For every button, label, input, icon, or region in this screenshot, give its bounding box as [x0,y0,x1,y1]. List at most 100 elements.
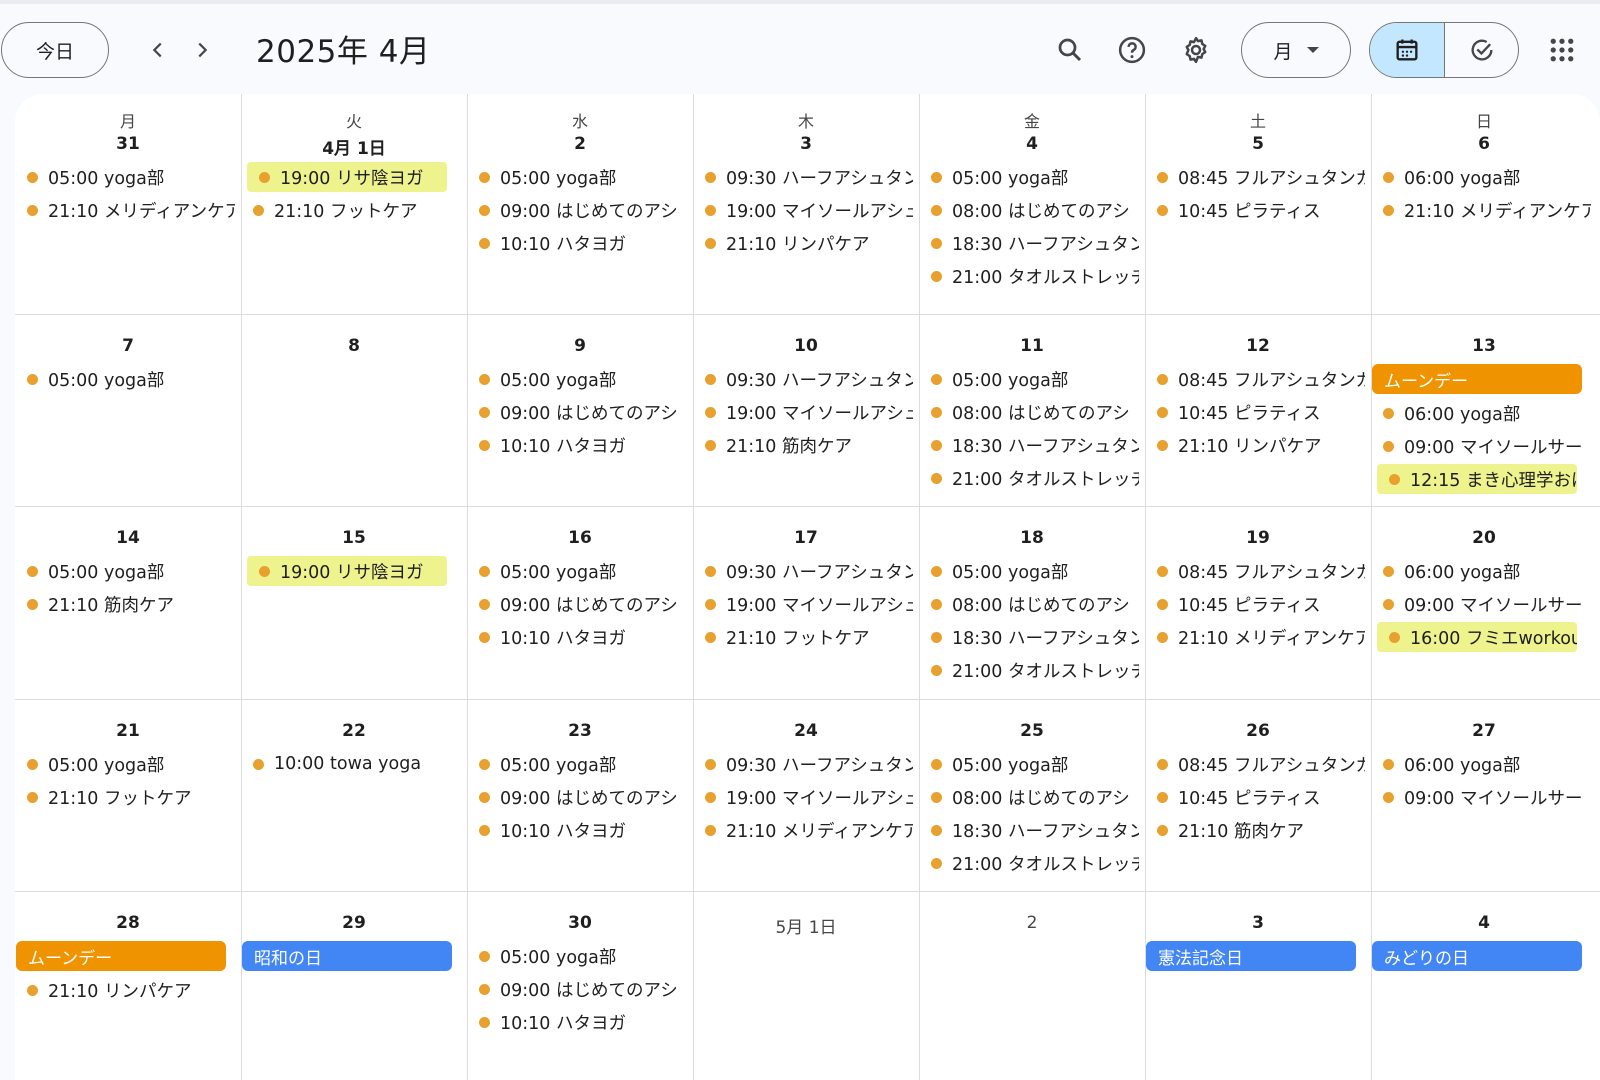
settings-button[interactable] [1172,26,1220,74]
day-number[interactable]: 5月 1日 [693,913,919,938]
calendar-event[interactable]: 09:00 マイソールサー [1371,782,1591,812]
day-number[interactable]: 8 [241,336,467,356]
day-number[interactable]: 26 [1145,721,1371,741]
calendar-event[interactable]: 21:10 フットケア [693,622,913,652]
calendar-event[interactable]: 10:45 ピラティス [1145,589,1365,619]
calendar-event[interactable]: 06:00 yoga部 [1371,556,1591,586]
calendar-event[interactable]: 05:00 yoga部 [919,162,1139,192]
calendar-event[interactable]: 21:10 フットケア [15,782,235,812]
calendar-event[interactable]: 21:10 メリディアンケア [1371,195,1591,225]
calendar-event[interactable]: 05:00 yoga部 [919,556,1139,586]
calendar-event[interactable]: 05:00 yoga部 [467,162,687,192]
day-number[interactable]: 11 [919,336,1145,356]
calendar-event[interactable]: 19:00 マイソールアシュ [693,782,913,812]
calendar-event[interactable]: 10:10 ハタヨガ [467,815,687,845]
day-number[interactable]: 15 [241,528,467,548]
calendar-event[interactable]: 09:30 ハーフアシュタン [693,364,913,394]
calendar-event[interactable]: 08:45 フルアシュタンガ [1145,162,1365,192]
calendar-event[interactable]: 19:00 リサ陰ヨガ [247,556,447,586]
calendar-event[interactable]: 19:00 マイソールアシュ [693,589,913,619]
help-button[interactable] [1108,26,1156,74]
calendar-event[interactable]: 05:00 yoga部 [15,162,235,192]
calendar-event[interactable]: 06:00 yoga部 [1371,162,1591,192]
calendar-event[interactable]: 21:10 筋肉ケア [693,430,913,460]
day-number[interactable]: 13 [1371,336,1597,356]
calendar-event[interactable]: 10:00 towa yoga [241,749,461,779]
calendar-event[interactable]: 09:00 はじめてのアシ [467,397,687,427]
calendar-event[interactable]: 05:00 yoga部 [467,941,687,971]
day-number[interactable]: 18 [919,528,1145,548]
today-button[interactable]: 今日 [1,22,109,78]
day-number[interactable]: 2 [919,913,1145,933]
calendar-event[interactable]: 21:10 筋肉ケア [1145,815,1365,845]
calendar-event[interactable]: 08:00 はじめてのアシ [919,397,1139,427]
previous-month-button[interactable] [138,30,178,70]
calendar-event[interactable]: 21:00 タオルストレッチ [919,463,1139,493]
calendar-event[interactable]: 18:30 ハーフアシュタン [919,228,1139,258]
calendar-event[interactable]: 10:10 ハタヨガ [467,430,687,460]
calendar-event[interactable]: 21:10 メリディアンケア [15,195,235,225]
calendar-event[interactable]: 18:30 ハーフアシュタン [919,815,1139,845]
all-day-event-chip[interactable]: みどりの日 [1372,941,1582,971]
calendar-event[interactable]: 05:00 yoga部 [15,749,235,779]
calendar-event[interactable]: 21:10 メリディアンケア [693,815,913,845]
calendar-event[interactable]: 09:00 マイソールサー [1371,589,1591,619]
calendar-event[interactable]: 05:00 yoga部 [15,556,235,586]
calendar-event[interactable]: 08:45 フルアシュタンガ [1145,749,1365,779]
day-number[interactable]: 22 [241,721,467,741]
calendar-event[interactable]: 09:00 はじめてのアシ [467,782,687,812]
calendar-event[interactable]: 19:00 リサ陰ヨガ [247,162,447,192]
day-number[interactable]: 25 [919,721,1145,741]
calendar-event[interactable]: 08:00 はじめてのアシ [919,195,1139,225]
search-button[interactable] [1046,26,1094,74]
calendar-event[interactable]: 18:30 ハーフアシュタン [919,430,1139,460]
calendar-event[interactable]: 09:00 はじめてのアシ [467,974,687,1004]
calendar-event[interactable]: 06:00 yoga部 [1371,398,1591,428]
calendar-event[interactable]: 08:45 フルアシュタンガ [1145,556,1365,586]
calendar-event[interactable]: 10:45 ピラティス [1145,782,1365,812]
calendar-event[interactable]: 21:10 メリディアンケア [1145,622,1365,652]
calendar-event[interactable]: 05:00 yoga部 [919,749,1139,779]
calendar-event[interactable]: 21:00 タオルストレッチ [919,261,1139,291]
day-number[interactable]: 5 [1145,134,1371,154]
calendar-event[interactable]: 05:00 yoga部 [467,556,687,586]
calendar-event[interactable]: 10:45 ピラティス [1145,195,1365,225]
day-number[interactable]: 4 [1371,913,1597,933]
day-number[interactable]: 6 [1371,134,1597,154]
day-number[interactable]: 12 [1145,336,1371,356]
tasks-view-button[interactable] [1444,23,1518,77]
day-number[interactable]: 3 [1145,913,1371,933]
day-number[interactable]: 20 [1371,528,1597,548]
day-number[interactable]: 30 [467,913,693,933]
calendar-event[interactable]: 09:00 マイソールサー [1371,431,1591,461]
all-day-event-chip[interactable]: 憲法記念日 [1146,941,1356,971]
calendar-event[interactable]: 21:10 フットケア [241,195,461,225]
next-month-button[interactable] [182,30,222,70]
calendar-event[interactable]: 08:00 はじめてのアシ [919,589,1139,619]
calendar-event[interactable]: 10:10 ハタヨガ [467,622,687,652]
calendar-event[interactable]: 21:10 筋肉ケア [15,589,235,619]
all-day-event-chip[interactable]: ムーンデー [1372,364,1582,394]
calendar-event[interactable]: 08:45 フルアシュタンガ [1145,364,1365,394]
calendar-event[interactable]: 09:30 ハーフアシュタン [693,162,913,192]
calendar-event[interactable]: 16:00 フミエworkout [1377,622,1577,652]
day-number[interactable]: 4月 1日 [241,134,467,159]
calendar-event[interactable]: 09:30 ハーフアシュタン [693,749,913,779]
day-number[interactable]: 31 [15,134,241,154]
day-number[interactable]: 24 [693,721,919,741]
calendar-event[interactable]: 21:10 リンパケア [1145,430,1365,460]
calendar-event[interactable]: 21:10 リンパケア [693,228,913,258]
calendar-event[interactable]: 12:15 まき心理学おはな [1377,464,1577,494]
calendar-event[interactable]: 10:10 ハタヨガ [467,1007,687,1037]
day-number[interactable]: 29 [241,913,467,933]
calendar-event[interactable]: 05:00 yoga部 [467,364,687,394]
day-number[interactable]: 10 [693,336,919,356]
calendar-event[interactable]: 08:00 はじめてのアシ [919,782,1139,812]
day-number[interactable]: 17 [693,528,919,548]
calendar-event[interactable]: 21:00 タオルストレッチ [919,655,1139,685]
calendar-event[interactable]: 21:10 リンパケア [15,975,235,1005]
day-number[interactable]: 23 [467,721,693,741]
all-day-event-chip[interactable]: 昭和の日 [242,941,452,971]
calendar-event[interactable]: 21:00 タオルストレッチ [919,848,1139,878]
day-number[interactable]: 21 [15,721,241,741]
